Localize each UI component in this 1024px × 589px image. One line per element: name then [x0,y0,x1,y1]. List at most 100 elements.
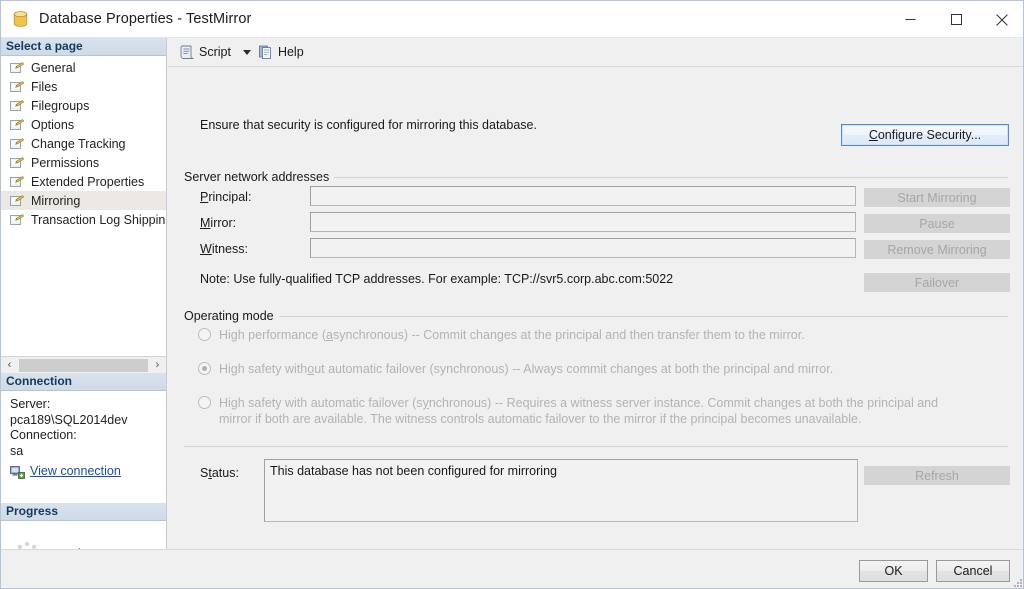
select-page-header: Select a page [1,38,166,56]
status-divider [184,446,1008,447]
start-mirroring-button[interactable]: Start Mirroring [864,188,1010,207]
sidebar-item-filegroups[interactable]: Filegroups [1,96,166,115]
view-connection-link[interactable]: View connection [30,464,121,480]
title-bar: Database Properties - TestMirror [1,1,1024,38]
sidebar-item-transaction-log-shipping[interactable]: Transaction Log Shipping [1,210,166,229]
dialog-footer: OK Cancel [1,549,1024,589]
sidebar-item-general[interactable]: General [1,58,166,77]
sidebar-item-change-tracking[interactable]: Change Tracking [1,134,166,153]
status-textbox[interactable]: This database has not been configured fo… [264,459,858,522]
toolbar: Script Help [168,38,1024,67]
refresh-button[interactable]: Refresh [864,466,1010,485]
scroll-left-icon[interactable]: ‹ [1,357,18,373]
page-icon [10,61,25,75]
connection-panel: Server: pca189\SQL2014dev Connection: sa… [1,391,166,503]
configure-security-accel: C [869,128,878,142]
sidebar-item-label: Transaction Log Shipping [31,213,166,227]
radio-high-performance-label: High performance (asynchronous) -- Commi… [219,327,805,343]
maximize-button[interactable] [933,1,979,38]
ok-button[interactable]: OK [859,560,928,582]
radio-high-safety-no-failover-label: High safety without automatic failover (… [219,361,833,377]
sidebar-item-extended-properties[interactable]: Extended Properties [1,172,166,191]
connection-label: Connection: [10,428,166,444]
sidebar-item-mirroring[interactable]: Mirroring [1,191,166,210]
page-icon [10,118,25,132]
script-button-label: Script [199,45,231,59]
window-controls [887,1,1024,38]
operating-mode-group-label: Operating mode [184,309,279,323]
ensure-security-text: Ensure that security is configured for m… [200,118,537,132]
sidebar-item-label: Permissions [31,156,99,170]
sidebar-item-label: Files [31,80,57,94]
witness-input[interactable] [310,238,856,258]
radio-indicator[interactable] [198,396,211,409]
tcp-address-note: Note: Use fully-qualified TCP addresses.… [200,272,673,286]
ok-label: OK [884,564,902,578]
failover-button[interactable]: Failover [864,273,1010,292]
witness-label: Witness: [200,242,248,256]
server-network-addresses-group-label: Server network addresses [184,170,334,184]
help-page-icon [258,44,274,60]
refresh-label: Refresh [915,469,959,483]
radio-high-performance[interactable]: High performance (asynchronous) -- Commi… [198,327,1008,343]
window-title: Database Properties - TestMirror [39,11,251,27]
cancel-label: Cancel [954,564,993,578]
mirror-input[interactable] [310,212,856,232]
sidebar-item-files[interactable]: Files [1,77,166,96]
radio-high-safety-with-failover-label: High safety with automatic failover (syn… [219,395,938,427]
sidebar-item-label: Options [31,118,74,132]
script-button[interactable]: Script [174,41,236,63]
scrollbar-thumb[interactable] [19,359,148,372]
sidebar-item-label: Extended Properties [31,175,144,189]
page-icon [10,99,25,113]
group-divider [278,316,1008,317]
radio-high-safety-with-failover[interactable]: High safety with automatic failover (syn… [198,395,1008,427]
sidebar-item-label: Change Tracking [31,137,126,151]
page-icon [10,175,25,189]
main-pane: Script Help Ensure that security is conf… [168,38,1024,549]
progress-header: Progress [1,503,166,521]
remove-mirroring-label: Remove Mirroring [887,243,986,257]
sidebar-item-label: General [31,61,75,75]
pause-button[interactable]: Pause [864,214,1010,233]
sidebar-item-options[interactable]: Options [1,115,166,134]
close-button[interactable] [979,1,1024,38]
status-message: This database has not been configured fo… [270,464,557,478]
configure-security-button[interactable]: Configure Security... [841,124,1009,146]
principal-input[interactable] [310,186,856,206]
radio-high-safety-no-failover[interactable]: High safety without automatic failover (… [198,361,1008,377]
page-icon [10,80,25,94]
radio-indicator[interactable] [198,328,211,341]
database-properties-dialog: Database Properties - TestMirror Select … [0,0,1024,589]
page-icon [10,137,25,151]
radio-indicator[interactable] [198,362,211,375]
page-icon [10,213,25,227]
server-value: pca189\SQL2014dev [10,413,166,429]
server-connection-icon [10,465,25,479]
sidebar-item-label: Filegroups [31,99,89,113]
minimize-button[interactable] [887,1,933,38]
sidebar-item-permissions[interactable]: Permissions [1,153,166,172]
start-mirroring-label: Start Mirroring [897,191,976,205]
chevron-down-icon[interactable] [243,50,251,55]
remove-mirroring-button[interactable]: Remove Mirroring [864,240,1010,259]
cancel-button[interactable]: Cancel [936,560,1010,582]
sidebar-item-label: Mirroring [31,194,80,208]
server-label: Server: [10,397,166,413]
pause-label: Pause [919,217,954,231]
sidebar-horizontal-scrollbar[interactable]: ‹ › [1,356,166,373]
scroll-right-icon[interactable]: › [149,357,166,373]
page-icon [10,156,25,170]
mirror-label: Mirror: [200,216,236,230]
failover-label: Failover [915,276,959,290]
page-icon [10,194,25,208]
help-button[interactable]: Help [253,41,309,63]
resize-grip[interactable] [1011,576,1023,588]
mirroring-page-content: Ensure that security is configured for m… [168,68,1024,549]
connection-header: Connection [1,373,166,391]
database-cylinder-icon [13,10,29,28]
view-connection-row[interactable]: View connection [10,464,166,480]
group-divider [320,177,1008,178]
principal-label: Principal: [200,190,251,204]
page-list[interactable]: General Files Filegroups Options Change Trac… [1,56,166,336]
